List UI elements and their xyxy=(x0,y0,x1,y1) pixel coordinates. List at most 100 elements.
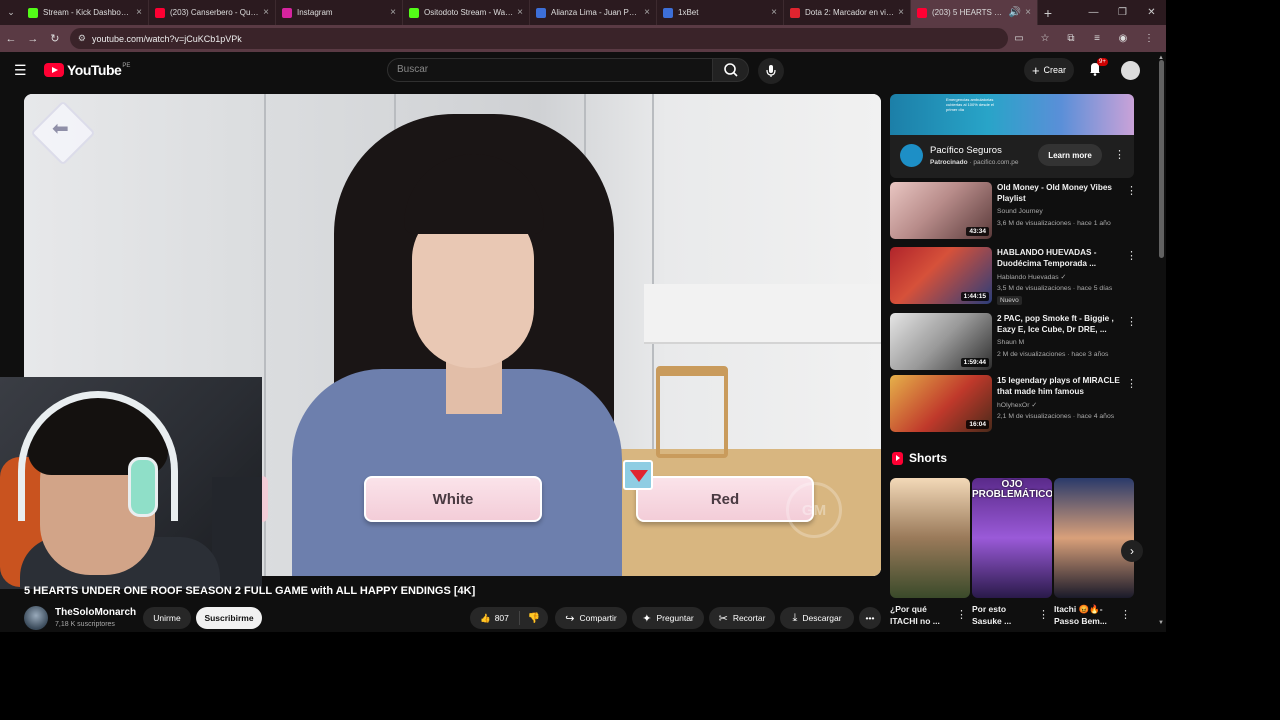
close-icon[interactable]: × xyxy=(644,7,650,18)
subscribe-button[interactable]: Suscribirme xyxy=(196,607,262,629)
browser-menu-icon[interactable]: ⋮ xyxy=(1138,33,1160,44)
close-icon[interactable]: × xyxy=(263,7,269,18)
rec-meta: 2 M de visualizaciones · hace 3 años xyxy=(997,351,1109,358)
restore-icon[interactable]: ❐ xyxy=(1108,0,1137,25)
chevron-right-icon[interactable]: › xyxy=(1121,540,1143,562)
short-title[interactable]: Itachi 😡🔥- Passo Bem... xyxy=(1054,603,1118,627)
notifications-button[interactable]: 9+ xyxy=(1088,58,1108,81)
choice-white-button[interactable]: White xyxy=(364,476,542,522)
rec-title[interactable]: Old Money - Old Money Vibes Playlist xyxy=(997,182,1121,204)
cast-icon[interactable]: ▭ xyxy=(1008,33,1030,44)
ask-button[interactable]: ✦ Preguntar xyxy=(632,607,704,629)
ad-more-icon[interactable]: ⋮ xyxy=(1114,150,1125,161)
browser-tab[interactable]: 1xBet × xyxy=(657,0,784,25)
tab-search-chevron-icon[interactable]: ⌄ xyxy=(0,0,22,25)
browser-tab[interactable]: Alianza Lima - Juan Pablo... × xyxy=(530,0,657,25)
clip-button[interactable]: ✂ Recortar xyxy=(709,607,775,629)
more-vertical-icon[interactable]: ⋮ xyxy=(956,608,967,621)
browser-tab[interactable]: Stream - Kick Dashboard × xyxy=(22,0,149,25)
tab-title: Stream - Kick Dashboard xyxy=(43,8,133,17)
close-icon[interactable]: × xyxy=(898,7,904,18)
more-vertical-icon[interactable]: ⋮ xyxy=(1120,608,1131,621)
close-window-icon[interactable]: ✕ xyxy=(1137,0,1166,25)
hamburger-menu-icon[interactable]: ☰ xyxy=(14,62,27,79)
duration-badge: 16:04 xyxy=(966,420,989,429)
browser-tab[interactable]: Ositodoto Stream - Watc... × xyxy=(403,0,530,25)
learn-more-button[interactable]: Learn more xyxy=(1038,144,1102,166)
shorts-heading: Shorts xyxy=(892,451,947,465)
more-vertical-icon[interactable]: ⋮ xyxy=(1126,184,1137,197)
more-vertical-icon[interactable]: ⋮ xyxy=(1126,315,1137,328)
plus-icon: + xyxy=(1031,62,1040,78)
site-info-icon[interactable]: ⚙ xyxy=(78,33,86,44)
more-vertical-icon[interactable]: ⋮ xyxy=(1126,249,1137,262)
rec-channel[interactable]: hOlyhexOr ✓ xyxy=(997,401,1037,409)
browser-tab[interactable]: Dota 2: Marcador en vivo... × xyxy=(784,0,911,25)
rec-title[interactable]: 15 legendary plays of MIRACLE that made … xyxy=(997,375,1121,397)
video-thumbnail[interactable]: 43:34 xyxy=(890,182,992,239)
speaker-icon[interactable]: 🔊 xyxy=(1009,7,1021,18)
recommended-video[interactable]: 16:04 15 legendary plays of MIRACLE that… xyxy=(890,375,1140,435)
back-arrow-icon[interactable]: ← xyxy=(0,33,22,45)
url-field[interactable]: ⚙ youtube.com/watch?v=jCuKCb1pVPk xyxy=(69,28,1008,49)
create-button[interactable]: + Crear xyxy=(1024,58,1074,82)
rec-channel[interactable]: Sound Journey xyxy=(997,208,1043,215)
short-thumbnail[interactable] xyxy=(890,478,970,598)
close-icon[interactable]: × xyxy=(390,7,396,18)
scroll-down-icon[interactable]: ▼ xyxy=(1158,620,1164,626)
close-icon[interactable]: × xyxy=(1025,7,1031,18)
browser-tab-active[interactable]: (203) 5 HEARTS UNDE... 🔊 × xyxy=(911,0,1038,25)
more-vertical-icon[interactable]: ⋮ xyxy=(1126,377,1137,390)
account-avatar[interactable] xyxy=(1121,61,1140,80)
profile-icon[interactable]: ◉ xyxy=(1112,33,1134,44)
search-button[interactable] xyxy=(713,58,749,82)
voice-search-button[interactable] xyxy=(758,58,784,84)
like-button[interactable]: 👍 807 xyxy=(470,611,520,625)
browser-tab[interactable]: Instagram × xyxy=(276,0,403,25)
download-button[interactable]: ⤓ Descargar xyxy=(780,607,854,629)
short-title[interactable]: Por esto Sasuke ... xyxy=(972,603,1036,627)
recommended-video[interactable]: 1:44:15 HABLANDO HUEVADAS - Duodécima Te… xyxy=(890,247,1140,307)
page-scrollbar[interactable] xyxy=(1156,52,1166,632)
media-control-icon[interactable]: ≡ xyxy=(1086,33,1108,44)
bookmark-star-icon[interactable]: ☆ xyxy=(1034,33,1056,44)
site-icon xyxy=(790,7,800,18)
ad-title[interactable]: Pacífico Seguros xyxy=(930,145,1002,156)
rec-channel[interactable]: Hablando Huevadas ✓ xyxy=(997,273,1066,281)
ad-card[interactable]: Emergencias ambulatorias cubiertas al 10… xyxy=(890,94,1134,178)
rec-title[interactable]: HABLANDO HUEVADAS - Duodécima Temporada … xyxy=(997,247,1121,269)
dislike-button[interactable]: 👎 xyxy=(520,613,548,624)
minimize-icon[interactable]: — xyxy=(1079,0,1108,25)
short-thumbnail[interactable]: OJO PROBLEMÁTICO xyxy=(972,478,1052,598)
watermark-logo: GM xyxy=(786,482,842,538)
video-thumbnail[interactable]: 16:04 xyxy=(890,375,992,432)
reload-icon[interactable]: ↻ xyxy=(44,32,66,45)
short-title[interactable]: ¿Por qué ITACHI no ... xyxy=(890,603,954,627)
close-icon[interactable]: × xyxy=(517,7,523,18)
close-icon[interactable]: × xyxy=(136,7,142,18)
scrollbar-thumb[interactable] xyxy=(1159,60,1164,258)
subscriber-count: 7,18 K suscriptores xyxy=(55,621,115,628)
short-thumbnail[interactable] xyxy=(1054,478,1134,598)
recommended-video[interactable]: 1:59:44 2 PAC, pop Smoke ft - Biggie , E… xyxy=(890,313,1140,373)
youtube-logo[interactable]: YouTube PE xyxy=(44,62,130,78)
extensions-icon[interactable]: ⧉ xyxy=(1060,33,1082,44)
video-thumbnail[interactable]: 1:44:15 xyxy=(890,247,992,304)
new-tab-button[interactable]: + xyxy=(1038,5,1058,21)
forward-arrow-icon[interactable]: → xyxy=(22,33,44,45)
channel-avatar[interactable] xyxy=(24,606,48,630)
rec-channel[interactable]: Shaun M xyxy=(997,339,1024,346)
join-button[interactable]: Unirme xyxy=(143,607,191,629)
more-actions-button[interactable]: ••• xyxy=(859,607,881,629)
channel-name[interactable]: TheSoloMonarch xyxy=(55,607,136,618)
search-input[interactable]: Buscar xyxy=(387,58,713,82)
scroll-up-icon[interactable]: ▲ xyxy=(1158,55,1164,61)
share-button[interactable]: ↪ Compartir xyxy=(555,607,627,629)
rec-title[interactable]: 2 PAC, pop Smoke ft - Biggie , Eazy E, I… xyxy=(997,313,1121,335)
browser-tab[interactable]: (203) Canserbero - Quer... × xyxy=(149,0,276,25)
close-icon[interactable]: × xyxy=(771,7,777,18)
recommended-video[interactable]: 43:34 Old Money - Old Money Vibes Playli… xyxy=(890,182,1140,242)
more-vertical-icon[interactable]: ⋮ xyxy=(1038,608,1049,621)
video-thumbnail[interactable]: 1:59:44 xyxy=(890,313,992,370)
thumbs-up-icon: 👍 xyxy=(480,612,491,623)
